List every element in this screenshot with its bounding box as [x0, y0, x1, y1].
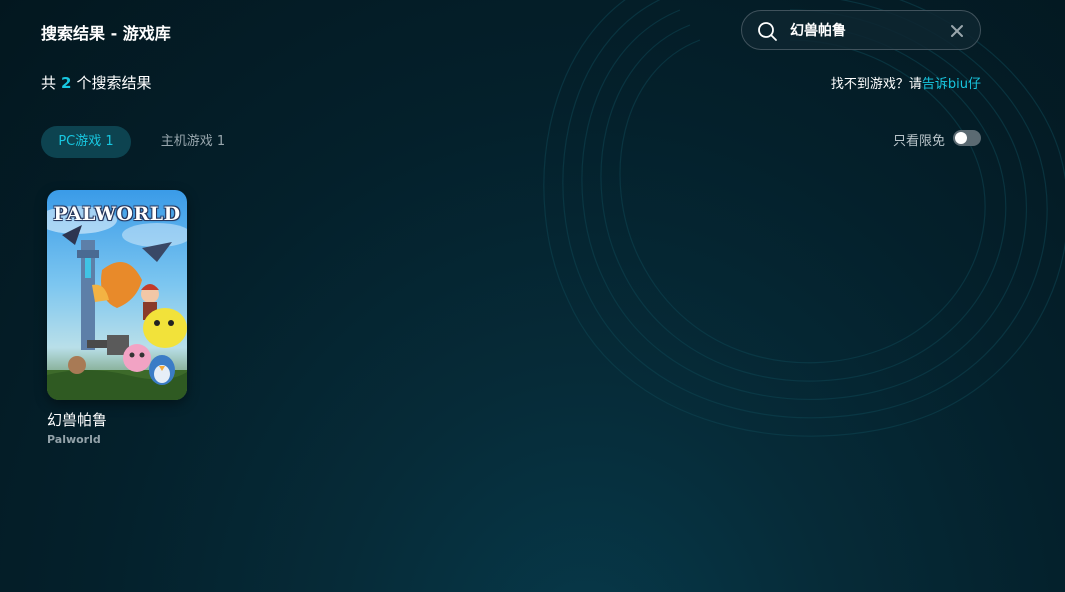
free-only-toggle[interactable]	[953, 130, 981, 146]
result-count: 共 2 个搜索结果	[41, 72, 151, 93]
toggle-knob	[955, 132, 967, 144]
free-only-label: 只看限免	[893, 134, 946, 149]
search-input[interactable]	[790, 19, 940, 41]
search-icon[interactable]	[756, 20, 778, 42]
result-count-suffix: 个搜索结果	[76, 74, 152, 92]
game-cover-logo: PALWORLD	[53, 203, 181, 225]
game-cover[interactable]: PALWORLD	[47, 190, 187, 400]
tab-pc-games[interactable]: PC游戏 1	[41, 126, 131, 158]
feedback-text: 找不到游戏？请	[830, 77, 922, 92]
game-card[interactable]: PALWORLD 幻兽帕鲁 Palworld	[47, 190, 187, 446]
game-subtitle: Palworld	[47, 433, 101, 446]
result-count-number: 2	[61, 74, 72, 92]
page-title: 搜索结果 - 游戏库	[41, 24, 171, 43]
game-title[interactable]: 幻兽帕鲁	[47, 409, 187, 430]
feedback-link[interactable]: 告诉biu仔	[922, 77, 981, 92]
tab-console-games[interactable]: 主机游戏 1	[147, 126, 239, 158]
close-icon[interactable]	[949, 23, 965, 39]
feedback-prompt: 找不到游戏？请告诉biu仔	[831, 73, 981, 92]
result-count-prefix: 共	[41, 74, 57, 92]
search-box[interactable]	[741, 10, 981, 50]
